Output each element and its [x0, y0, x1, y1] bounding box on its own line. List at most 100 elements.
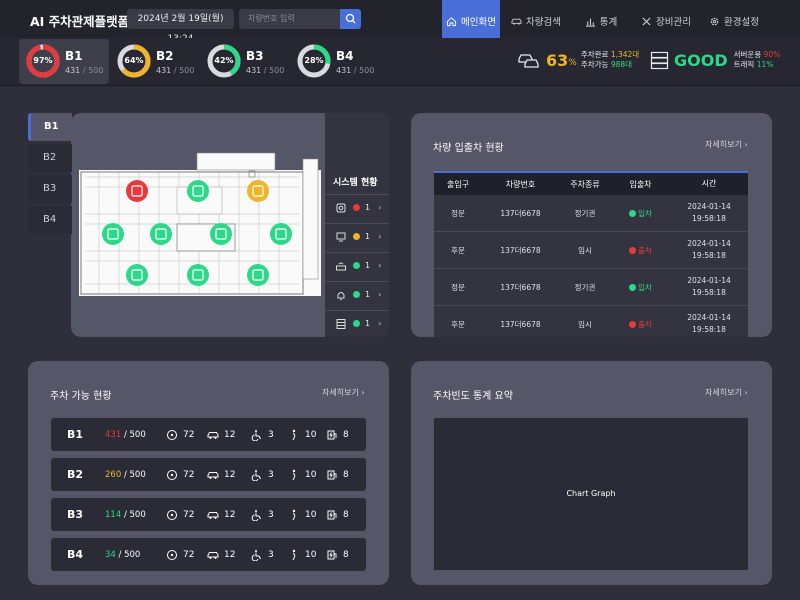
steering-wheel-icon — [167, 549, 177, 560]
stats-more-link[interactable]: 자세히보기 › — [705, 387, 748, 398]
pregnant-stat: 10 — [288, 429, 316, 441]
nav-statistics[interactable]: 통계 — [572, 0, 630, 42]
table-row[interactable]: 후문 137더6678 임시 출차 2024-01-14 19:58:18 — [434, 232, 748, 269]
system-status-row[interactable]: 1 › — [325, 194, 389, 220]
floor-tab-b1[interactable]: B1 — [28, 113, 72, 141]
chevron-right-icon: › — [378, 319, 382, 328]
table-row[interactable]: 정문 137더6678 정기권 입차 2024-01-14 19:58:18 — [434, 269, 748, 306]
nav-vehicle-search[interactable]: 차량검색 — [500, 0, 572, 42]
camera-marker[interactable] — [247, 264, 269, 286]
status-dot — [353, 291, 360, 298]
cell-date: 2024-01-14 — [687, 313, 731, 322]
system-status-row[interactable]: 1 › — [325, 223, 389, 249]
floor-availability: 34 / 500 — [105, 550, 140, 560]
nav-equipment[interactable]: 장비관리 — [630, 0, 702, 42]
camera-marker[interactable] — [150, 223, 172, 245]
floor-gauge-b2[interactable]: 64% B2 431 / 500 — [110, 39, 200, 84]
more-label: 자세히보기 — [705, 388, 742, 397]
cell-type: 임시 — [578, 319, 592, 329]
gauge-count: 431 / 500 — [336, 66, 374, 75]
cell-status: 입차 — [611, 282, 670, 293]
floor-name: B3 — [67, 508, 84, 521]
camera-marker[interactable] — [102, 223, 124, 245]
car-icon — [511, 18, 522, 25]
cell-gate: 정문 — [451, 282, 465, 292]
wheel-stat: 72 — [166, 469, 194, 481]
floor-tab-b4[interactable]: B4 — [28, 206, 72, 234]
wheel-stat: 72 — [166, 509, 194, 521]
pregnant-icon — [292, 549, 296, 560]
car-icon — [207, 551, 219, 559]
camera-marker[interactable] — [187, 264, 209, 286]
pregnant-count: 10 — [305, 549, 317, 560]
parking-more-link[interactable]: 자세히보기 › — [322, 387, 365, 398]
gauge-floor-name: B3 — [246, 49, 264, 63]
total-count: / 500 — [123, 469, 146, 480]
col-header: 출입구 — [446, 179, 470, 189]
parked-label: 주차완료 — [580, 50, 609, 59]
steering-wheel-icon — [167, 509, 177, 520]
parking-floor-row[interactable]: B1 431 / 500 72 12 3 10 8 — [51, 418, 366, 451]
floor-tab-b3[interactable]: B3 — [28, 175, 72, 203]
floor-gauge-b3[interactable]: 42% B3 431 / 500 — [200, 39, 290, 84]
steering-wheel-icon — [167, 429, 177, 440]
system-status-row[interactable]: 1 › — [325, 310, 389, 336]
system-count: 1 — [365, 203, 371, 212]
floor-name: B1 — [67, 428, 84, 441]
datetime-display: 2024년 2월 19일(월) 13:24 — [127, 9, 234, 44]
total-count: / 500 — [118, 549, 141, 560]
search-button[interactable] — [340, 9, 361, 29]
entry-exit-title: 차량 입출차 현황 — [433, 143, 504, 154]
camera-marker[interactable] — [126, 264, 148, 286]
disabled-count: 3 — [268, 509, 274, 520]
pregnant-stat: 10 — [288, 469, 316, 481]
entry-more-link[interactable]: 자세히보기 › — [705, 139, 748, 150]
pregnant-stat: 10 — [288, 549, 316, 561]
floor-name: B4 — [67, 548, 84, 561]
cell-status: 입차 — [611, 208, 670, 219]
camera-marker[interactable] — [270, 223, 292, 245]
total-count: / 500 — [123, 429, 146, 440]
parking-floor-row[interactable]: B4 34 / 500 72 12 3 10 8 — [51, 538, 366, 571]
car-stat: 12 — [207, 469, 235, 481]
occupancy-value: 63 — [546, 50, 569, 70]
cell-plate: 137더6678 — [500, 245, 541, 255]
nav-settings[interactable]: 환경설정 — [702, 0, 766, 42]
camera-marker[interactable] — [187, 180, 209, 202]
app-title: AI 주차관제플랫폼 — [30, 14, 130, 29]
disabled-stat: 3 — [251, 549, 274, 561]
gauge-percent: 28% — [304, 56, 324, 65]
wheel-stat: 72 — [166, 549, 194, 561]
car-stat: 12 — [207, 509, 235, 521]
camera-marker[interactable] — [210, 223, 232, 245]
camera-marker[interactable] — [247, 180, 269, 202]
server-icon — [336, 318, 346, 329]
ev-stat: 8 — [326, 429, 349, 441]
camera-marker[interactable] — [126, 180, 148, 202]
floor-tab-b2[interactable]: B2 — [28, 144, 72, 172]
table-row[interactable]: 정문 137더6678 정기권 입차 2024-01-14 19:58:18 — [434, 195, 748, 232]
floor-gauge-b1[interactable]: 97% B1 431 / 500 — [19, 39, 109, 84]
top-bar: AI 주차관제플랫폼 2024년 2월 19일(월) 13:24 차량번호 입력… — [0, 0, 800, 44]
disabled-stat: 3 — [251, 509, 274, 521]
available-value: 988대 — [610, 60, 633, 69]
disabled-count: 3 — [268, 429, 274, 440]
entry-table-header: 출입구 차량번호 주차종류 입출차 시간 — [434, 171, 748, 195]
gauge-used: 431 — [65, 66, 81, 75]
system-status-row[interactable]: 1 › — [325, 281, 389, 307]
floor-tabs: B1 B2 B3 B4 — [28, 113, 72, 237]
parking-floor-row[interactable]: B2 260 / 500 72 12 3 10 8 — [51, 458, 366, 491]
status-dot — [629, 321, 637, 328]
plate-search-input[interactable]: 차량번호 입력 — [239, 9, 340, 29]
server-usage-label: 서버운용 — [733, 50, 762, 59]
nav-home[interactable]: 메인화면 — [442, 0, 500, 42]
gauge-count: 431 / 500 — [246, 66, 284, 75]
traffic-value: 11% — [756, 60, 774, 69]
system-status-row[interactable]: 1 › — [325, 252, 389, 278]
floor-gauge-b4[interactable]: 28% B4 431 / 500 — [290, 39, 380, 84]
col-header: 주차종류 — [570, 179, 600, 189]
parking-floor-row[interactable]: B3 114 / 500 72 12 3 10 8 — [51, 498, 366, 531]
cell-gate: 정문 — [451, 208, 465, 218]
status-dot — [629, 210, 637, 217]
bell-icon — [337, 291, 345, 300]
